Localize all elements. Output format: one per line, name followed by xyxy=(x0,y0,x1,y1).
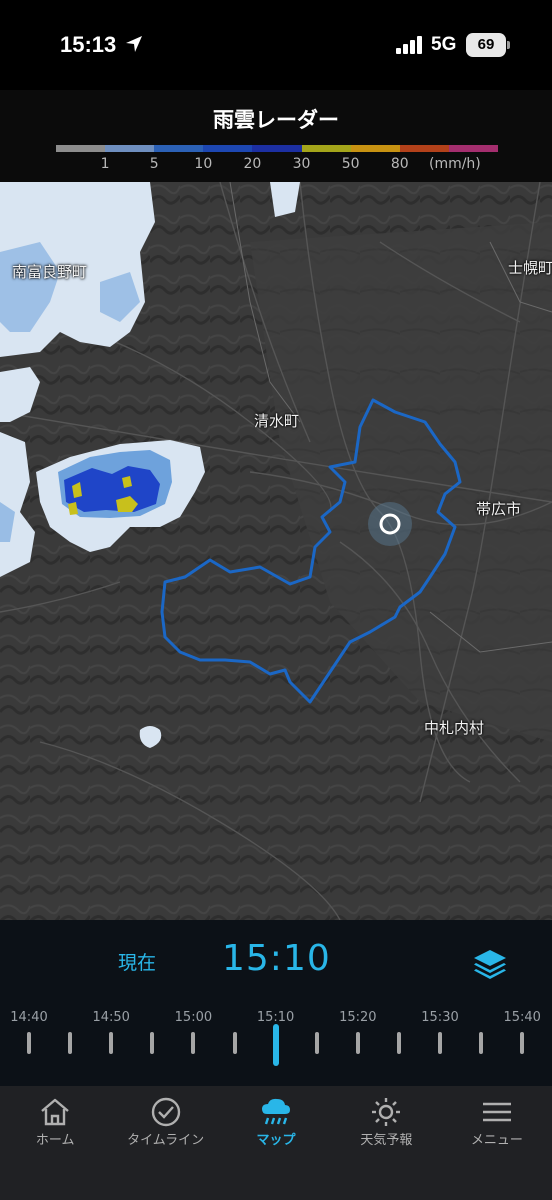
now-button[interactable]: 現在 xyxy=(118,948,156,975)
nav-home[interactable]: ホーム xyxy=(0,1086,110,1200)
nav-menu-label: メニュー xyxy=(470,1133,523,1148)
place-label-shimizu: 清水町 xyxy=(254,412,300,430)
rain-intensity-legend xyxy=(56,145,498,152)
time-tick[interactable] xyxy=(232,1032,237,1054)
legend-label: 10 xyxy=(194,156,213,172)
legend-swatch xyxy=(203,145,253,152)
legend-swatch xyxy=(448,145,498,152)
place-label-minamifurano: 南富良野町 xyxy=(12,263,88,281)
current-time-display: 15:10 xyxy=(222,938,331,979)
map-canvas[interactable] xyxy=(0,182,552,920)
legend-swatch xyxy=(301,145,351,152)
radar-map[interactable]: 南富良野町 清水町 帯広市 中札内村 士幌町 xyxy=(0,182,552,920)
time-tick[interactable] xyxy=(109,1032,114,1054)
time-tick[interactable] xyxy=(314,1032,319,1054)
legend-label: 30 xyxy=(292,156,311,172)
rain-cloud-icon xyxy=(262,1098,291,1125)
time-tick[interactable] xyxy=(191,1032,196,1054)
legend-label: 1 xyxy=(100,156,110,172)
legend-label: 50 xyxy=(341,156,360,172)
time-tick-label[interactable]: 15:20 xyxy=(339,1010,376,1025)
nav-timeline-label: タイムライン xyxy=(127,1133,205,1148)
nav-home-label: ホーム xyxy=(35,1133,75,1148)
time-tick-label[interactable]: 14:50 xyxy=(92,1010,129,1025)
time-tick[interactable] xyxy=(520,1032,525,1054)
time-tick[interactable] xyxy=(150,1032,155,1054)
battery-tip xyxy=(507,41,510,49)
nav-menu[interactable]: メニュー xyxy=(442,1086,552,1200)
current-location-marker[interactable] xyxy=(368,502,412,546)
place-label-shihoro: 士幌町 xyxy=(508,259,552,277)
legend-unit: (mm/h) xyxy=(428,156,481,172)
battery-icon: 69 xyxy=(466,33,506,57)
place-label-obihiro: 帯広市 xyxy=(476,500,522,518)
home-icon xyxy=(41,1098,69,1126)
time-tick-label[interactable]: 14:40 xyxy=(10,1010,47,1025)
location-arrow-icon xyxy=(126,36,142,52)
time-tick[interactable] xyxy=(479,1032,484,1054)
legend-swatch xyxy=(399,145,449,152)
legend-swatch xyxy=(154,145,204,152)
cellular-signal-icon xyxy=(396,36,422,54)
time-tick[interactable] xyxy=(68,1032,73,1054)
time-tick[interactable] xyxy=(27,1032,31,1054)
check-circle-icon xyxy=(151,1097,180,1127)
place-label-nakasatsunai: 中札内村 xyxy=(424,719,485,737)
nav-forecast[interactable]: 天気予報 xyxy=(331,1086,441,1200)
time-tick[interactable] xyxy=(355,1032,360,1054)
time-tick[interactable] xyxy=(438,1032,442,1054)
page-title: 雨雲レーダー xyxy=(213,108,339,132)
time-tick-label[interactable]: 15:40 xyxy=(503,1010,540,1025)
legend-swatch xyxy=(350,145,400,152)
time-slider-thumb[interactable] xyxy=(272,1024,279,1066)
bottom-navigation: ホーム タイムライン マップ 天気予報 メニュー xyxy=(0,1086,552,1200)
status-time: 15:13 xyxy=(60,32,117,57)
time-tick-label[interactable]: 15:30 xyxy=(421,1010,458,1025)
legend-swatch xyxy=(56,145,106,152)
status-bar: 15:13 5G 69 xyxy=(0,0,552,90)
legend-label: 80 xyxy=(390,156,409,172)
legend-swatch xyxy=(105,145,155,152)
network-type: 5G xyxy=(431,34,457,55)
time-tick-label[interactable]: 15:00 xyxy=(175,1010,212,1025)
legend-label: 5 xyxy=(149,156,159,172)
sun-icon xyxy=(372,1098,401,1126)
timeline-panel: 現在 15:10 14:40 14:50 15:00 15:10 15:20 15:30 1… xyxy=(0,920,552,1086)
legend-label: 20 xyxy=(243,156,262,172)
radar-header: 雨雲レーダー 1 5 10 20 30 50 80 (mm/h) xyxy=(0,90,552,182)
legend-labels: 1 5 10 20 30 50 80 (mm/h) xyxy=(56,156,536,176)
menu-icon xyxy=(482,1102,511,1122)
time-tick[interactable] xyxy=(396,1032,401,1054)
nav-map-label: マップ xyxy=(256,1133,296,1148)
layers-icon[interactable] xyxy=(470,946,510,982)
nav-timeline[interactable]: タイムライン xyxy=(110,1086,220,1200)
time-tick-label[interactable]: 15:10 xyxy=(257,1010,294,1025)
legend-swatch xyxy=(252,145,302,152)
nav-forecast-label: 天気予報 xyxy=(360,1133,413,1148)
nav-map[interactable]: マップ xyxy=(221,1086,331,1200)
